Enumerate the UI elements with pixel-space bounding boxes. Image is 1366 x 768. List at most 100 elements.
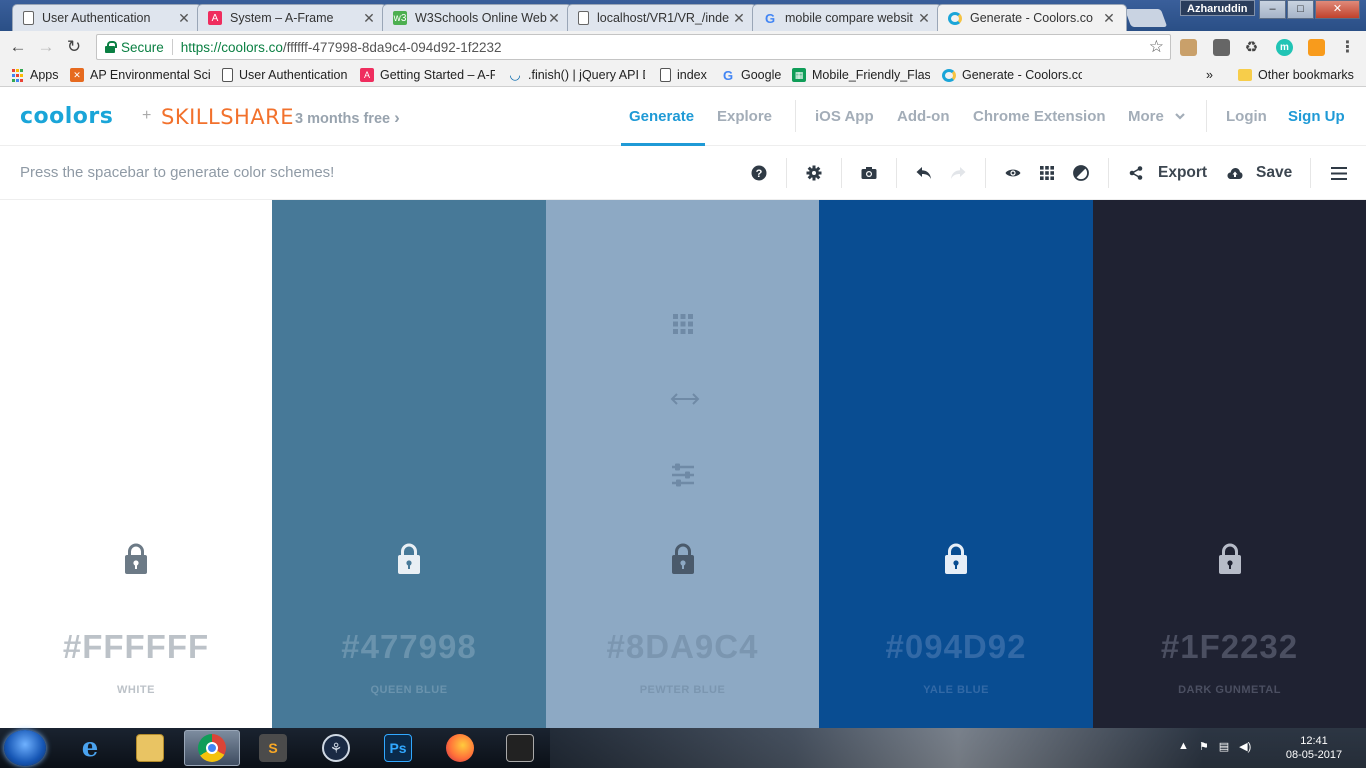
taskbar-firefox-icon[interactable] [432, 730, 488, 766]
camera-icon[interactable] [859, 163, 879, 183]
taskbar-clock[interactable]: 12:41 08-05-2017 [1278, 734, 1350, 762]
more-bookmarks-button[interactable]: » [1206, 67, 1213, 83]
color-swatch[interactable]: #477998 QUEEN BLUE [272, 200, 546, 728]
recycle-extension-icon[interactable]: ♻ [1243, 39, 1260, 56]
tab-close-icon[interactable]: ✕ [732, 10, 746, 27]
eye-icon[interactable] [1003, 163, 1023, 183]
move-arrows-icon[interactable] [670, 386, 699, 412]
bookmark-item[interactable]: Generate - Coolors.co [942, 67, 1082, 83]
save-button[interactable]: Save [1256, 164, 1292, 182]
nav-chrome-extension[interactable]: Chrome Extension [973, 108, 1106, 125]
grid-view-icon[interactable] [1037, 163, 1057, 183]
hex-code[interactable]: #8DA9C4 [546, 628, 819, 666]
bookmark-item[interactable]: ◡ .finish() | jQuery API D [508, 67, 645, 83]
extension-icon[interactable] [1308, 39, 1325, 56]
adjust-sliders-icon[interactable] [670, 462, 696, 488]
cloud-upload-icon[interactable] [1225, 163, 1245, 183]
color-swatch-hovered[interactable]: #8DA9C4 PEWTER BLUE [546, 200, 819, 728]
other-bookmarks[interactable]: Other bookmarks [1238, 67, 1356, 83]
hex-code[interactable]: #094D92 [819, 628, 1093, 666]
color-swatch[interactable]: #094D92 YALE BLUE [819, 200, 1093, 728]
bookmark-apps[interactable]: Apps [10, 67, 66, 83]
share-icon[interactable] [1126, 163, 1146, 183]
nav-more[interactable]: More [1128, 108, 1186, 125]
browser-tab[interactable]: w3 W3Schools Online Web ✕ [382, 4, 572, 31]
mendeley-extension-icon[interactable]: m [1276, 39, 1293, 56]
eyedropper-extension-icon[interactable] [1213, 39, 1230, 56]
settings-gear-icon[interactable] [804, 163, 824, 183]
w3schools-icon: w3 [393, 11, 407, 25]
taskbar-internet-explorer-icon[interactable]: e [62, 730, 118, 766]
bookmark-item[interactable]: G Google [721, 67, 783, 83]
taskbar-app-icon[interactable] [492, 730, 548, 766]
color-swatch[interactable]: #1F2232 DARK GUNMETAL [1093, 200, 1366, 728]
color-swatch[interactable]: #FFFFFF WHITE [0, 200, 272, 728]
maximize-button[interactable]: □ [1287, 0, 1314, 19]
new-tab-button[interactable] [1124, 9, 1168, 27]
address-bar[interactable]: Secure https://coolors.co/ffffff-477998-… [96, 34, 1171, 60]
hamburger-menu-icon[interactable] [1329, 163, 1349, 183]
help-icon[interactable]: ? [749, 163, 769, 183]
url-path: /ffffff-477998-8da9c4-094d92-1f2232 [282, 39, 502, 55]
flag-icon[interactable]: ⚑ [1199, 740, 1209, 753]
browser-tab[interactable]: localhost/VR1/VR_/inde ✕ [567, 4, 757, 31]
bookmark-star-icon[interactable]: ☆ [1149, 37, 1164, 57]
chrome-menu-icon[interactable]: ⋮ [1339, 39, 1356, 56]
windows-start-button[interactable] [4, 730, 46, 766]
undo-icon[interactable] [914, 163, 934, 183]
back-button[interactable]: ← [8, 37, 28, 57]
tab-close-icon[interactable]: ✕ [1102, 10, 1116, 27]
profile-name[interactable]: Azharuddin [1180, 0, 1255, 16]
browser-tab[interactable]: A System – A-Frame ✕ [197, 4, 387, 31]
taskbar-photoshop-icon[interactable]: Ps [370, 730, 426, 766]
nav-ios-app[interactable]: iOS App [815, 108, 874, 125]
login-link[interactable]: Login [1226, 108, 1267, 125]
google-icon: G [722, 67, 734, 83]
forward-button[interactable]: → [36, 37, 56, 57]
bookmark-item[interactable]: User Authentication [222, 67, 352, 83]
lock-icon[interactable] [1218, 543, 1242, 575]
browser-tab[interactable]: G mobile compare websit ✕ [752, 4, 942, 31]
drag-handle-grid-icon[interactable] [670, 311, 696, 337]
lock-icon[interactable] [397, 543, 421, 575]
skillshare-logo[interactable]: SKILLSHARE [161, 105, 294, 129]
taskbar-app-icon[interactable]: ⚘ [308, 730, 364, 766]
browser-tab-active[interactable]: Generate - Coolors.co ✕ [937, 4, 1127, 31]
bookmark-label: Generate - Coolors.co [962, 68, 1082, 82]
hex-code[interactable]: #477998 [272, 628, 546, 666]
taskbar-chrome-icon[interactable] [184, 730, 240, 766]
adjust-palette-icon[interactable] [1071, 163, 1091, 183]
extension-icon[interactable] [1180, 39, 1197, 56]
lock-icon[interactable] [944, 543, 968, 575]
tray-expand-icon[interactable]: ▲ [1178, 740, 1189, 753]
bookmark-item[interactable]: ▦ Mobile_Friendly_Flash [792, 67, 930, 83]
bookmark-item[interactable]: ✕ AP Environmental Scie [70, 67, 210, 83]
coolors-logo[interactable]: coolors [20, 104, 113, 129]
tab-close-icon[interactable]: ✕ [547, 10, 561, 27]
volume-icon[interactable]: ◀) [1239, 740, 1251, 753]
nav-explore[interactable]: Explore [717, 108, 772, 125]
minimize-button[interactable]: – [1259, 0, 1286, 19]
close-window-button[interactable]: ✕ [1315, 0, 1360, 19]
redo-icon[interactable] [948, 163, 968, 183]
network-icon[interactable]: ▤ [1219, 740, 1229, 753]
tab-close-icon[interactable]: ✕ [917, 10, 931, 27]
taskbar-file-explorer-icon[interactable] [122, 730, 178, 766]
bookmark-item[interactable]: A Getting Started – A-Fr [360, 67, 495, 83]
bookmark-item[interactable]: index [660, 67, 715, 83]
reload-button[interactable]: ↻ [64, 37, 84, 57]
lock-icon[interactable] [671, 543, 695, 575]
tab-close-icon[interactable]: ✕ [362, 10, 376, 27]
nav-generate[interactable]: Generate [629, 108, 694, 125]
signup-link[interactable]: Sign Up [1288, 108, 1345, 125]
nav-add-on[interactable]: Add-on [897, 108, 949, 125]
lock-icon[interactable] [124, 543, 148, 575]
browser-tab[interactable]: User Authentication ✕ [12, 4, 202, 31]
taskbar-sublime-text-icon[interactable]: S [245, 730, 301, 766]
hex-code[interactable]: #1F2232 [1093, 628, 1366, 666]
url-text[interactable]: https://coolors.co/ffffff-477998-8da9c4-… [181, 40, 502, 55]
promo-link[interactable]: 3 months free › [295, 108, 400, 128]
export-button[interactable]: Export [1158, 164, 1207, 182]
hex-code[interactable]: #FFFFFF [0, 628, 272, 666]
tab-close-icon[interactable]: ✕ [177, 10, 191, 27]
